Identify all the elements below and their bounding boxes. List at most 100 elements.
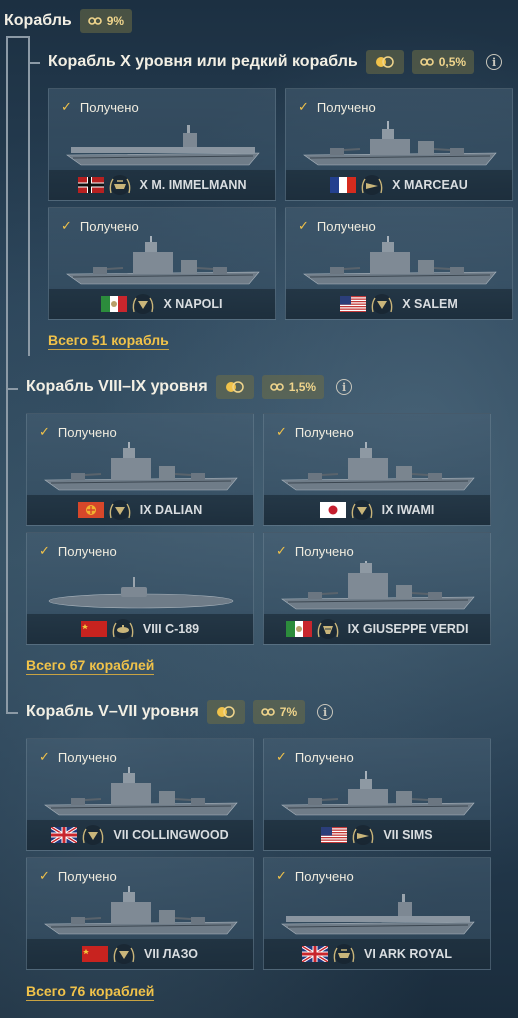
ship-status: ✓ Получено xyxy=(276,749,354,765)
ship-card[interactable]: ✓ Получено VII ЛАЗО xyxy=(26,857,254,970)
ship-type-icon xyxy=(332,943,356,965)
check-icon: ✓ xyxy=(39,749,50,764)
check-icon: ✓ xyxy=(276,749,287,764)
ship-info-bar: X NAPOLI xyxy=(49,289,275,319)
coin-toggle-icon xyxy=(216,706,235,718)
ship-name: VII ЛАЗО xyxy=(144,947,198,961)
ship-status-label: Получено xyxy=(316,218,376,234)
section-title: Корабль X уровня или редкий корабль xyxy=(48,53,358,70)
ship-info-bar: IX IWAMI xyxy=(264,495,490,525)
ship-status: ✓ Получено xyxy=(298,99,376,115)
ship-card[interactable]: ✓ Получено VII COLLINGWOOD xyxy=(26,738,254,851)
section-percent: 7% xyxy=(279,705,298,719)
info-icon[interactable]: i xyxy=(336,379,353,395)
ship-type-icon xyxy=(370,293,394,315)
section-heading: Корабль V–VII уровня 7% i xyxy=(26,700,334,724)
ship-type-icon xyxy=(360,174,384,196)
ship-status-label: Получено xyxy=(294,543,354,559)
ship-card[interactable]: ✓ Получено X NAPOLI xyxy=(48,207,276,320)
ship-info-bar: VII SIMS xyxy=(264,820,490,850)
ship-info-bar: VII COLLINGWOOD xyxy=(27,820,253,850)
ship-card[interactable]: ✓ Получено VI ARK ROYAL xyxy=(263,857,491,970)
ship-card[interactable]: ✓ Получено IX IWAMI xyxy=(263,413,491,526)
total-ships-link[interactable]: Всего 67 кораблей xyxy=(26,657,155,675)
ship-name: VII COLLINGWOOD xyxy=(113,828,229,842)
section-heading: Корабль VIII–IX уровня 1,5% i xyxy=(26,375,353,399)
ship-info-bar: X M. IMMELMANN xyxy=(49,170,275,200)
ship-info-bar: VI ARK ROYAL xyxy=(264,939,490,969)
tree-line xyxy=(6,388,18,390)
section-percent-badge[interactable]: 7% xyxy=(252,700,306,724)
link-icon xyxy=(269,383,284,391)
section-percent: 1,5% xyxy=(288,380,317,394)
ship-type-icon xyxy=(81,824,105,846)
section-percent-badge[interactable]: 1,5% xyxy=(261,375,325,399)
ship-name: X MARCEAU xyxy=(392,178,468,192)
tree-line xyxy=(6,36,30,38)
ship-card[interactable]: ✓ Получено IX GIUSEPPE VERDI xyxy=(263,532,491,645)
ship-status: ✓ Получено xyxy=(39,543,117,559)
total-ships-link[interactable]: Всего 51 корабль xyxy=(48,332,169,350)
ship-card[interactable]: ✓ Получено IX DALIAN xyxy=(26,413,254,526)
total-ships-link[interactable]: Всего 76 кораблей xyxy=(26,983,155,1001)
root-progress-badge[interactable]: 9% xyxy=(79,9,133,33)
flag-icon xyxy=(77,502,104,518)
ship-status-label: Получено xyxy=(79,218,139,234)
flag-icon xyxy=(321,827,348,843)
ship-status: ✓ Получено xyxy=(61,99,139,115)
ship-name: VII SIMS xyxy=(383,828,433,842)
coin-toggle-button[interactable] xyxy=(206,700,245,724)
ship-status-label: Получено xyxy=(57,543,117,559)
check-icon: ✓ xyxy=(298,218,309,233)
ship-type-icon xyxy=(112,943,136,965)
ship-name: X NAPOLI xyxy=(163,297,223,311)
flag-icon xyxy=(101,296,128,312)
ship-card[interactable]: ✓ Получено VIII C-189 xyxy=(26,532,254,645)
flag-icon xyxy=(77,177,104,193)
flag-icon xyxy=(330,177,357,193)
ship-card[interactable]: ✓ Получено X M. IMMELMANN xyxy=(48,88,276,201)
coin-toggle-icon xyxy=(225,381,244,393)
check-icon: ✓ xyxy=(39,868,50,883)
check-icon: ✓ xyxy=(276,543,287,558)
ship-name: IX GIUSEPPE VERDI xyxy=(347,622,469,636)
ship-status: ✓ Получено xyxy=(39,424,117,440)
ship-card[interactable]: ✓ Получено X SALEM xyxy=(285,207,513,320)
coin-toggle-icon xyxy=(375,56,394,68)
section-title: Корабль VIII–IX уровня xyxy=(26,378,208,395)
ship-card[interactable]: ✓ Получено VII SIMS xyxy=(263,738,491,851)
coin-toggle-button[interactable] xyxy=(215,375,254,399)
reward-tree: Корабль 9% Корабль X уровня или редкий к… xyxy=(0,0,518,1018)
ship-type-icon xyxy=(316,618,340,640)
ship-status-label: Получено xyxy=(294,749,354,765)
info-icon[interactable]: i xyxy=(317,704,334,720)
ship-name: VIII C-189 xyxy=(142,622,200,636)
ship-info-bar: X MARCEAU xyxy=(286,170,512,200)
tree-line xyxy=(28,62,40,64)
tree-line xyxy=(6,712,18,714)
flag-icon xyxy=(51,827,78,843)
ship-status-label: Получено xyxy=(79,99,139,115)
ship-card[interactable]: ✓ Получено X MARCEAU xyxy=(285,88,513,201)
section-percent-badge[interactable]: 0,5% xyxy=(411,50,475,74)
ship-status-label: Получено xyxy=(294,424,354,440)
info-icon[interactable]: i xyxy=(486,54,503,70)
coin-toggle-button[interactable] xyxy=(365,50,404,74)
root-title: Корабль xyxy=(4,12,72,29)
flag-icon xyxy=(302,946,328,962)
link-icon xyxy=(419,58,434,66)
ship-info-bar: VII ЛАЗО xyxy=(27,939,253,969)
ship-type-icon xyxy=(350,499,374,521)
link-icon xyxy=(87,17,102,25)
ship-status: ✓ Получено xyxy=(61,218,139,234)
tree-line xyxy=(6,36,8,714)
ship-status: ✓ Получено xyxy=(298,218,376,234)
ship-status-label: Получено xyxy=(294,868,354,884)
check-icon: ✓ xyxy=(276,424,287,439)
ship-name: IX DALIAN xyxy=(139,503,203,517)
ship-name: IX IWAMI xyxy=(381,503,435,517)
ship-type-icon xyxy=(131,293,155,315)
ship-status: ✓ Получено xyxy=(39,868,117,884)
ship-type-icon xyxy=(351,824,375,846)
ship-info-bar: IX GIUSEPPE VERDI xyxy=(264,614,490,644)
